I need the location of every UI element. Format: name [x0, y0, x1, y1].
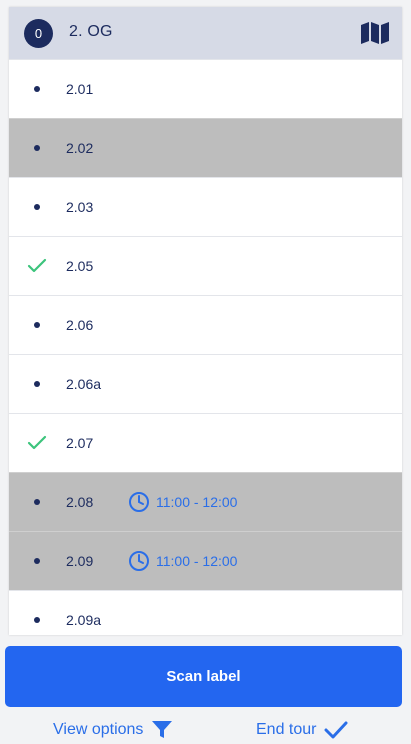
count-badge: 0	[24, 19, 53, 48]
room-label: 2.05	[66, 258, 94, 274]
floor-title: 2. OG	[69, 23, 113, 40]
bullet-icon	[27, 551, 47, 571]
scan-label-button[interactable]: Scan label	[5, 646, 402, 707]
bullet-icon	[27, 79, 47, 99]
view-options-label: View options	[53, 721, 144, 738]
end-tour-label: End tour	[256, 721, 317, 738]
bullet-icon	[27, 138, 47, 158]
room-label: 2.02	[66, 140, 94, 156]
list-item[interactable]: 2.03	[9, 177, 402, 236]
clock-icon	[129, 492, 149, 512]
list-item[interactable]: 2.09 11:00 - 12:00	[9, 531, 402, 590]
check-icon	[27, 256, 47, 276]
time-slot: 11:00 - 12:00	[128, 491, 237, 513]
list-item[interactable]: 2.07	[9, 413, 402, 472]
time-range: 11:00 - 12:00	[156, 494, 238, 510]
bullet-icon	[27, 610, 47, 630]
room-label: 2.06	[66, 317, 94, 333]
room-label: 2.01	[66, 81, 94, 97]
list-item[interactable]: 2.06a	[9, 354, 402, 413]
bullet-icon	[27, 492, 47, 512]
bullet-icon	[27, 197, 47, 217]
room-label: 2.09	[66, 553, 94, 569]
room-label: 2.07	[66, 435, 94, 451]
clock-icon	[129, 551, 149, 571]
list-item[interactable]: 2.08 11:00 - 12:00	[9, 472, 402, 531]
room-label: 2.09a	[66, 612, 102, 628]
list-item[interactable]: 2.09a	[9, 590, 402, 635]
room-label: 2.03	[66, 199, 94, 215]
time-range: 11:00 - 12:00	[156, 553, 238, 569]
list-item[interactable]: 2.01	[9, 59, 402, 118]
view-options-button[interactable]: View options	[53, 716, 173, 744]
floor-group-header[interactable]: 0 2. OG	[9, 7, 402, 59]
room-label: 2.06a	[66, 376, 102, 392]
list-item[interactable]: 2.06	[9, 295, 402, 354]
list-item[interactable]: 2.02	[9, 118, 402, 177]
list-item[interactable]: 2.05	[9, 236, 402, 295]
time-slot: 11:00 - 12:00	[128, 550, 237, 572]
bullet-icon	[27, 374, 47, 394]
bullet-icon	[27, 315, 47, 335]
map-icon[interactable]	[360, 20, 390, 46]
filter-icon	[152, 721, 173, 738]
checkmark-icon	[324, 721, 348, 739]
room-list: 2.01 2.02 2.03 2.05 2.06 2.06a 2.07 2.08 11:00 -…	[9, 59, 402, 635]
check-icon	[27, 433, 47, 453]
room-list-panel: 0 2. OG 2.01 2.02 2.03 2.05 2.06 2.06a 2.07 2.0…	[9, 7, 402, 635]
end-tour-button[interactable]: End tour	[256, 716, 348, 744]
room-label: 2.08	[66, 494, 94, 510]
